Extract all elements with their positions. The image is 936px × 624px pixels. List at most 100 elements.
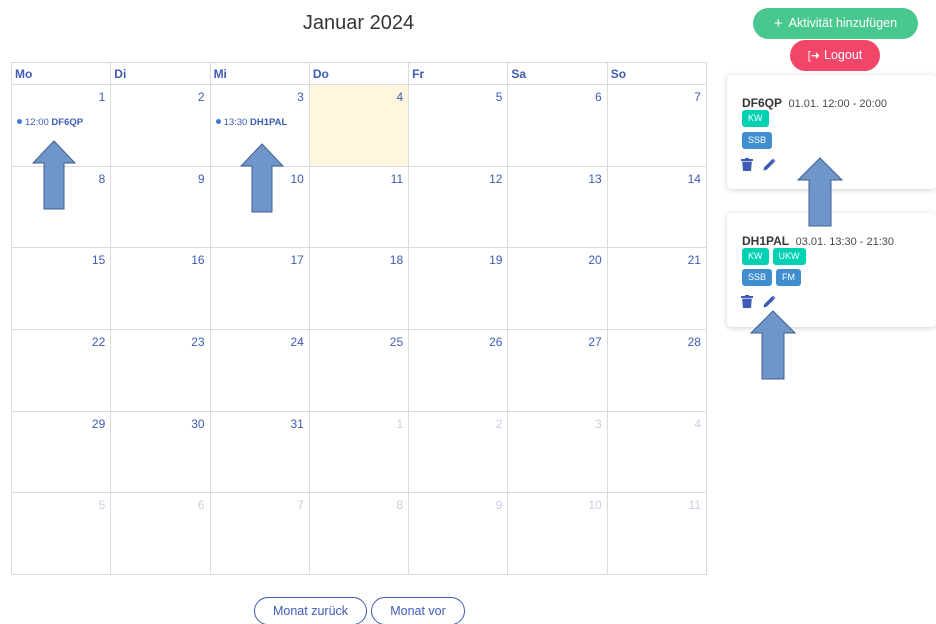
calendar-day[interactable]: 27 xyxy=(508,330,608,412)
weekday-label: Di xyxy=(111,63,211,85)
calendar-day[interactable]: 20 xyxy=(508,248,608,331)
calendar-day[interactable]: 5 xyxy=(12,493,112,576)
day-number: 5 xyxy=(98,498,106,513)
calendar-day[interactable]: 29 xyxy=(12,411,112,494)
mode-tag: SSB xyxy=(742,132,773,149)
day-number: 3 xyxy=(595,416,602,431)
calendar-day[interactable]: 30 xyxy=(111,411,211,494)
day-number: 21 xyxy=(687,253,701,268)
band-tag: KW xyxy=(742,110,769,127)
day-number: 8 xyxy=(396,498,404,513)
calendar-day[interactable]: 8 xyxy=(309,493,410,576)
calendar-day[interactable]: 25 xyxy=(309,330,410,412)
day-number: 2 xyxy=(197,90,205,104)
calendar-day[interactable]: 13 xyxy=(508,166,608,249)
day-number: 4 xyxy=(694,416,701,431)
calendar-day[interactable]: 16 xyxy=(111,248,211,331)
arrow-up-icon xyxy=(32,140,76,210)
calendar-day[interactable]: 2 xyxy=(111,85,211,167)
calendar-event[interactable]: 12:00 DF6QP xyxy=(17,117,83,128)
calendar-day[interactable]: 12 xyxy=(409,166,509,249)
calendar-day[interactable]: 2 xyxy=(409,411,509,494)
calendar-day[interactable]: 17 xyxy=(210,248,310,331)
calendar-day[interactable]: 6 xyxy=(508,85,608,167)
next-month-button[interactable]: Monat vor xyxy=(371,597,465,624)
trash-icon[interactable] xyxy=(741,295,753,308)
calendar-day[interactable]: 11 xyxy=(607,493,707,576)
calendar-day[interactable]: 21 xyxy=(607,248,707,331)
day-number: 4 xyxy=(396,90,404,104)
calendar-day[interactable]: 31 xyxy=(210,411,310,494)
mode-tags: SSB FM xyxy=(742,269,802,286)
previous-month-button[interactable]: Monat zurück xyxy=(254,597,367,624)
activity-time: 01.01. 12:00 - 20:00 xyxy=(788,98,887,110)
month-title: Januar 2024 xyxy=(302,12,415,34)
mode-tag: SSB xyxy=(742,269,773,286)
day-number: 6 xyxy=(595,90,602,104)
day-number: 10 xyxy=(290,171,304,186)
calendar-day[interactable]: 22 xyxy=(12,330,112,412)
weekday-label: Fr xyxy=(409,63,509,85)
day-number: 19 xyxy=(489,253,503,268)
band-tags: KW xyxy=(742,110,769,127)
calendar-day[interactable]: 7 xyxy=(607,85,707,167)
add-activity-button[interactable]: + Aktivität hinzufügen xyxy=(753,8,918,39)
event-dot-icon xyxy=(17,119,22,124)
calendar-day[interactable]: 11 xyxy=(309,166,410,249)
trash-icon[interactable] xyxy=(741,158,753,171)
calendar-day[interactable]: 10 xyxy=(508,493,608,576)
event-callsign: DF6QP xyxy=(51,117,84,128)
day-number: 25 xyxy=(389,335,404,350)
calendar-day[interactable]: 5 xyxy=(409,85,509,167)
calendar-day[interactable]: 9 xyxy=(111,166,211,249)
calendar-day[interactable]: 18 xyxy=(309,248,410,331)
pencil-icon[interactable] xyxy=(763,295,776,308)
calendar-day[interactable]: 24 xyxy=(210,330,310,412)
calendar-event[interactable]: 13:30 DH1PAL xyxy=(215,117,287,128)
pencil-icon[interactable] xyxy=(763,158,776,171)
activity-callsign: DF6QP xyxy=(742,96,783,110)
event-dot-icon xyxy=(215,119,221,124)
calendar-day[interactable]: 6 xyxy=(111,493,211,576)
calendar-day[interactable]: 14 xyxy=(607,166,707,249)
day-number: 31 xyxy=(290,416,304,431)
day-number: 30 xyxy=(191,416,205,431)
day-number: 23 xyxy=(191,335,205,350)
calendar: Mo Di Mi Do Fr Sa So 1 12:00 DF6QP 2 3 13:30… xyxy=(11,62,707,576)
calendar-day[interactable]: 3 xyxy=(508,411,608,494)
day-number: 27 xyxy=(588,335,602,350)
day-number: 20 xyxy=(588,253,602,268)
day-number: 26 xyxy=(489,335,503,350)
day-number: 16 xyxy=(191,253,205,268)
logout-label: Logout xyxy=(824,48,863,62)
calendar-day[interactable]: 28 xyxy=(607,330,707,412)
day-number: 18 xyxy=(389,253,404,268)
band-tag: KW xyxy=(742,248,769,265)
day-number: 11 xyxy=(390,171,404,186)
calendar-day[interactable]: 23 xyxy=(111,330,211,412)
day-number: 1 xyxy=(396,416,404,431)
day-number: 14 xyxy=(687,171,701,186)
calendar-day[interactable]: 9 xyxy=(409,493,509,576)
activity-callsign: DH1PAL xyxy=(742,234,790,248)
activity-time: 03.01. 13:30 - 21:30 xyxy=(795,236,895,248)
calendar-day[interactable]: 4 xyxy=(607,411,707,494)
event-time: 12:00 xyxy=(25,117,49,128)
band-tags: KW UKW xyxy=(742,248,806,265)
day-number: 12 xyxy=(489,171,503,186)
card-actions xyxy=(741,158,776,171)
calendar-day-today[interactable]: 4 xyxy=(309,85,410,167)
calendar-day[interactable]: 26 xyxy=(409,330,509,412)
weekday-label: Mo xyxy=(12,63,112,85)
day-number: 10 xyxy=(588,498,602,513)
day-number: 6 xyxy=(197,498,205,513)
calendar-day[interactable]: 19 xyxy=(409,248,509,331)
calendar-day[interactable]: 15 xyxy=(12,248,112,331)
calendar-grid: 1 12:00 DF6QP 2 3 13:30 DH1PAL 4 5 6 7 8 9 10 11 12 13… xyxy=(12,85,707,576)
logout-button[interactable]: [➜ Logout xyxy=(790,40,880,71)
band-tag: UKW xyxy=(772,248,806,265)
arrow-up-icon xyxy=(240,143,284,213)
calendar-day[interactable]: 7 xyxy=(210,493,310,576)
weekday-header: Mo Di Mi Do Fr Sa So xyxy=(12,63,707,85)
calendar-day[interactable]: 1 xyxy=(309,411,410,494)
